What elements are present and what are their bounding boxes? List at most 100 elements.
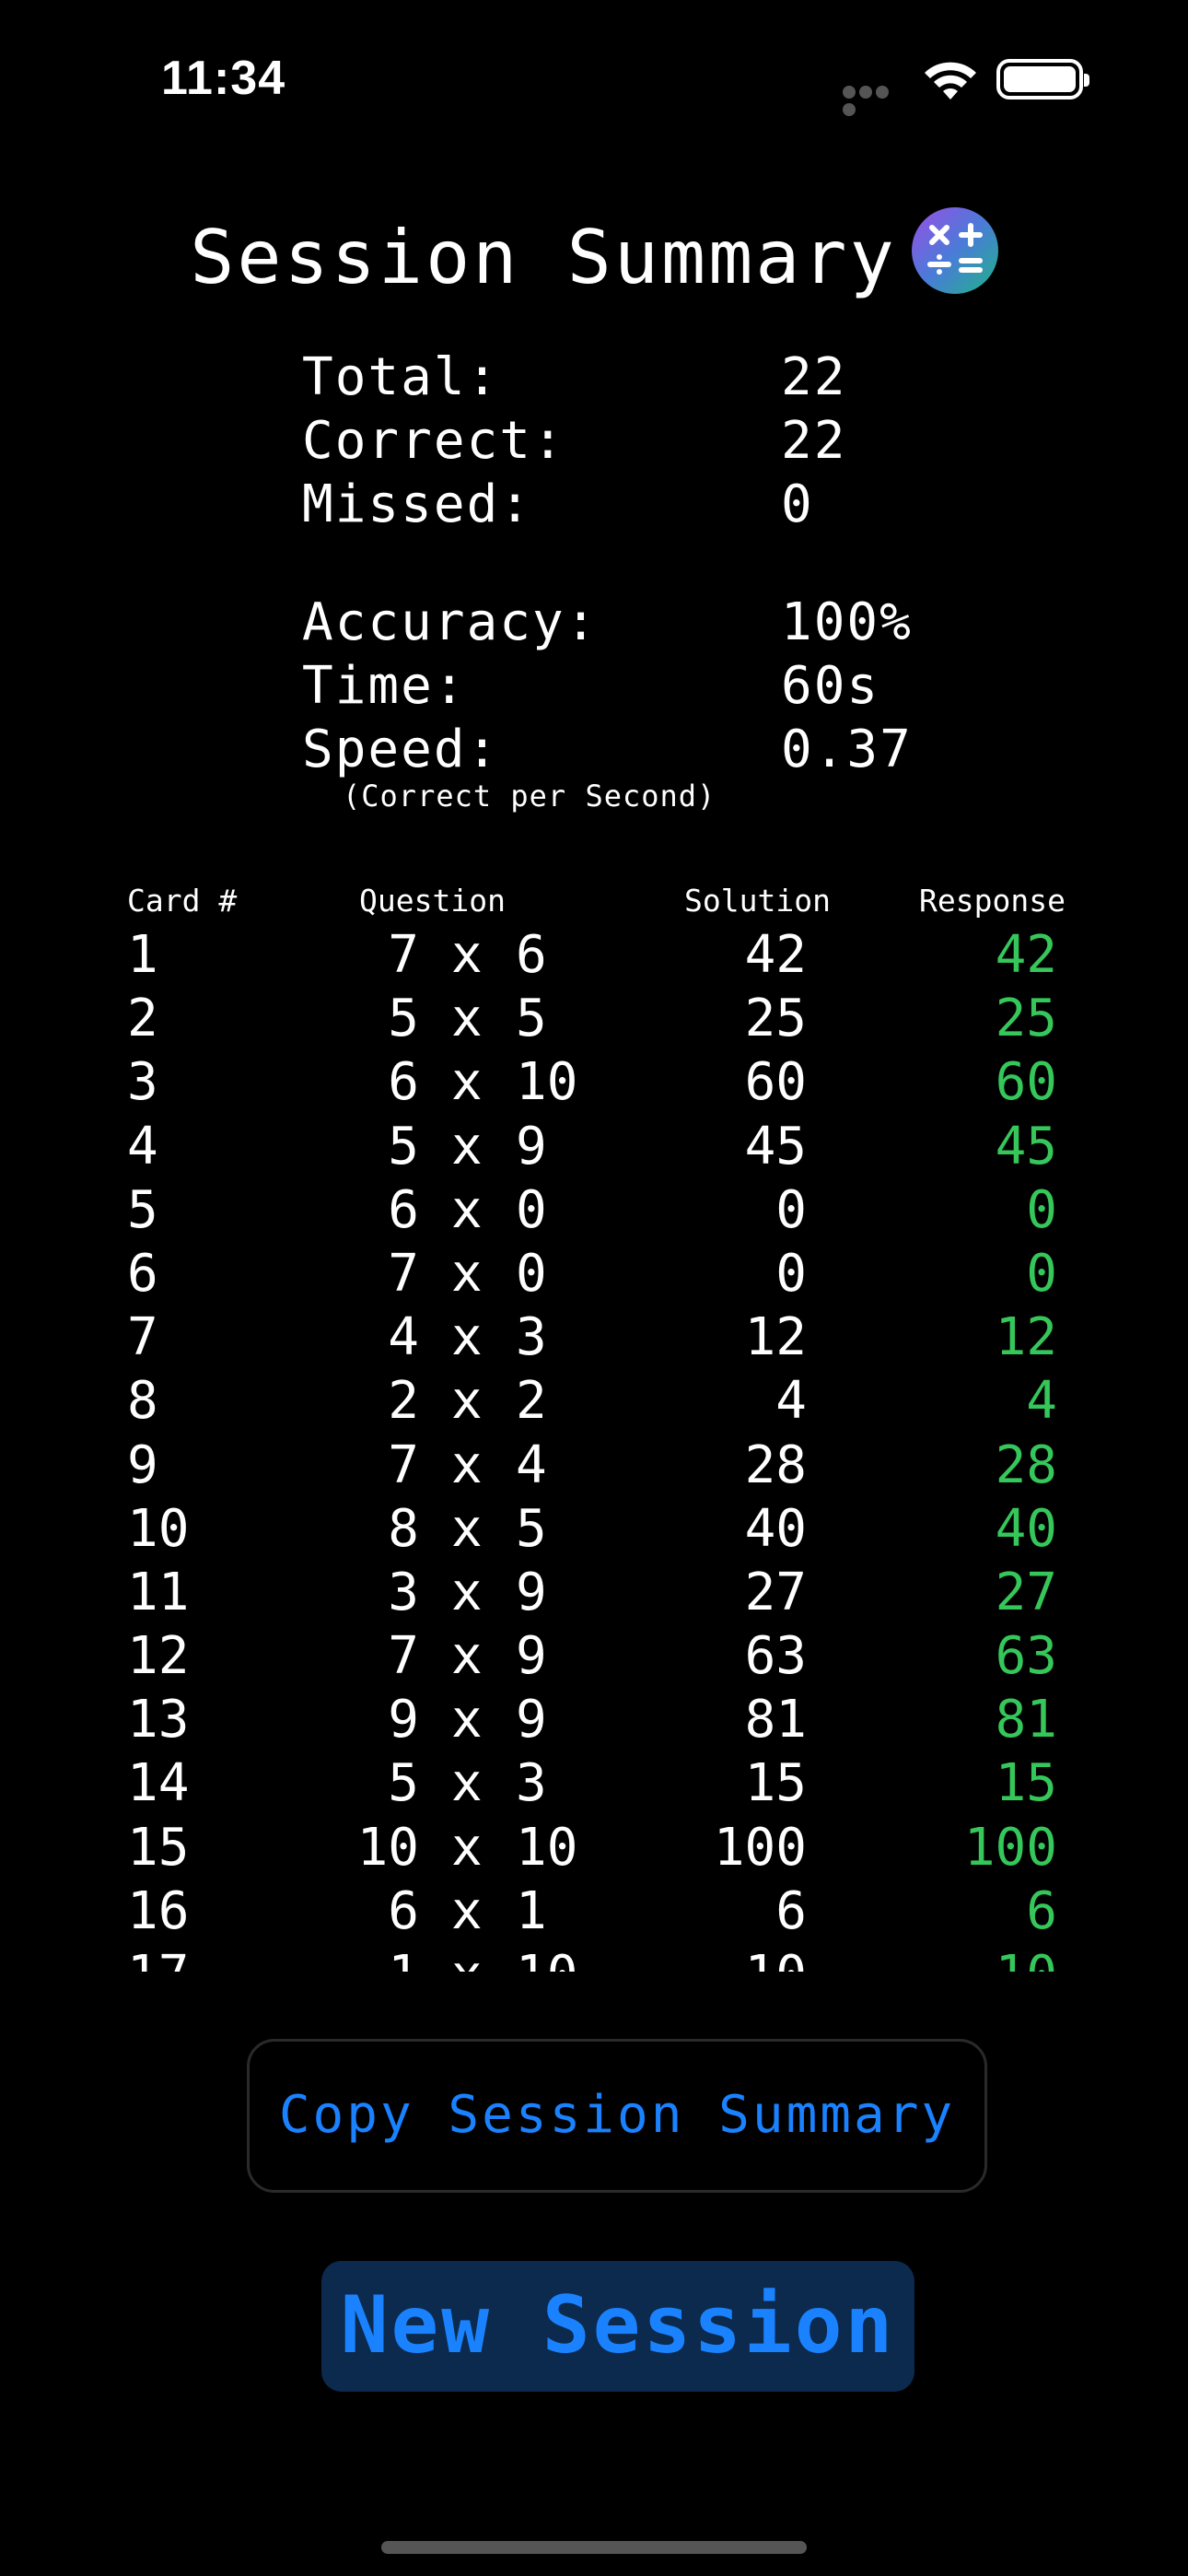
question-operand-b: 9 bbox=[516, 1690, 547, 1751]
card-number: 4 bbox=[127, 1116, 158, 1177]
solution-cell: 10 bbox=[745, 1943, 807, 1972]
card-number: 16 bbox=[127, 1880, 190, 1941]
battery-icon bbox=[996, 59, 1089, 100]
table-row: 1 7 x 6 42 42 bbox=[0, 923, 1188, 987]
response-cell: 63 bbox=[995, 1626, 1057, 1687]
solution-cell: 4 bbox=[775, 1371, 807, 1432]
response-cell: 25 bbox=[995, 989, 1057, 1049]
card-number: 17 bbox=[127, 1943, 189, 1972]
response-cell: 0 bbox=[1026, 1179, 1057, 1240]
card-number: 3 bbox=[127, 1052, 158, 1113]
question-operand-a: 7 bbox=[388, 1434, 419, 1495]
question-operand-b: 9 bbox=[516, 1116, 547, 1177]
table-row: 56x000 bbox=[0, 1178, 1188, 1242]
solution-cell: 12 bbox=[744, 1307, 807, 1368]
stat-speed: Speed: 0.37 bbox=[302, 718, 947, 781]
question-operand-b: 5 bbox=[516, 989, 547, 1049]
stat-value: 22 bbox=[781, 411, 847, 471]
card-number: 14 bbox=[127, 1753, 190, 1814]
table-row: 3 6 x 10 60 60 bbox=[0, 1050, 1188, 1114]
question-operator: x bbox=[451, 989, 483, 1049]
question-operand-b: 5 bbox=[516, 1498, 547, 1559]
new-session-button[interactable]: New Session bbox=[321, 2261, 914, 2392]
solution-cell: 0 bbox=[775, 1179, 807, 1240]
question-operand-b: 9 bbox=[516, 1562, 547, 1622]
home-indicator[interactable] bbox=[381, 2541, 807, 2554]
card-number: 5 bbox=[127, 1179, 158, 1240]
question-operand-a: 6 bbox=[388, 1179, 419, 1240]
solution-cell: 45 bbox=[744, 1116, 807, 1177]
question-operator: x bbox=[451, 1753, 483, 1814]
question-operand-a: 9 bbox=[388, 1690, 419, 1751]
solution-cell: 27 bbox=[744, 1562, 807, 1622]
question-operand-a: 3 bbox=[388, 1562, 419, 1622]
solution-cell: 28 bbox=[744, 1434, 807, 1495]
question-operator: x bbox=[451, 1498, 483, 1559]
question-operator: x bbox=[451, 1817, 483, 1878]
response-cell: 100 bbox=[963, 1817, 1057, 1878]
solution-cell: 81 bbox=[744, 1690, 807, 1751]
card-number: 2 bbox=[127, 989, 158, 1049]
table-row: 8 2x2 4 4 bbox=[0, 1369, 1188, 1433]
header-question: Question bbox=[359, 883, 506, 919]
question-operand-b: 10 bbox=[516, 1817, 578, 1878]
stat-value: 0.37 bbox=[781, 720, 913, 779]
solution-cell: 6 bbox=[775, 1880, 807, 1941]
question-operator: x bbox=[451, 1562, 483, 1622]
question-operand-b: 10 bbox=[516, 1052, 578, 1113]
stat-total: Total: 22 bbox=[302, 345, 947, 409]
solution-cell: 25 bbox=[744, 989, 807, 1049]
question-operand-a: 1 bbox=[388, 1943, 419, 1972]
question-operand-b: 3 bbox=[516, 1307, 547, 1368]
page-title: Session Summary bbox=[0, 207, 1188, 304]
question-operator: x bbox=[451, 1179, 483, 1240]
question-operand-a: 7 bbox=[388, 1626, 419, 1687]
stat-value: 0 bbox=[781, 474, 814, 534]
header-solution: Solution bbox=[684, 883, 831, 919]
stat-label: Correct: bbox=[302, 411, 565, 471]
question-operand-b: 3 bbox=[516, 1753, 547, 1814]
table-row: 13 9 x 9 81 81 bbox=[0, 1688, 1188, 1751]
response-cell: 6 bbox=[1026, 1880, 1057, 1941]
question-operand-b: 0 bbox=[516, 1243, 547, 1304]
stat-time: Time: 60s bbox=[302, 654, 947, 718]
question-operand-a: 6 bbox=[388, 1052, 419, 1113]
results-table[interactable]: 1 7 x 6 42 42 2 5 x 5 25 25 3 6 x 10 60 60 4 5 x 9 45 45 5 6 x 0 0 0 6… bbox=[0, 923, 1188, 1972]
table-row: 17 1 x 10 10 10 bbox=[0, 1943, 1188, 1972]
stat-label: Time: bbox=[302, 656, 467, 716]
stat-value: 100% bbox=[781, 592, 913, 652]
card-number: 8 bbox=[127, 1371, 158, 1432]
question-operand-a: 6 bbox=[388, 1880, 419, 1941]
question-operand-a: 5 bbox=[388, 989, 419, 1049]
response-cell: 27 bbox=[995, 1562, 1057, 1622]
question-operator: x bbox=[451, 1116, 483, 1177]
question-operator: x bbox=[451, 1880, 483, 1941]
card-number: 15 bbox=[127, 1817, 190, 1878]
status-time: 11:34 bbox=[161, 52, 286, 105]
response-cell: 60 bbox=[995, 1052, 1057, 1113]
table-row: 2 5 x 5 25 25 bbox=[0, 987, 1188, 1050]
math-operations-icon bbox=[911, 207, 998, 294]
stat-label: Missed: bbox=[302, 474, 533, 534]
stat-missed: Missed: 0 bbox=[302, 473, 947, 536]
response-cell: 42 bbox=[995, 925, 1057, 985]
table-row: 15 10 x 10 100 100 bbox=[0, 1816, 1188, 1879]
question-operand-b: 1 bbox=[516, 1880, 547, 1941]
response-cell: 28 bbox=[995, 1434, 1057, 1495]
stat-value: 60s bbox=[781, 656, 880, 716]
stat-label: Accuracy: bbox=[302, 592, 599, 652]
card-number: 13 bbox=[127, 1690, 190, 1751]
table-row: 16 6 x 1 6 6 bbox=[0, 1879, 1188, 1943]
card-number: 6 bbox=[127, 1243, 158, 1304]
solution-cell: 40 bbox=[744, 1498, 807, 1559]
solution-cell: 63 bbox=[744, 1626, 807, 1687]
solution-cell: 42 bbox=[744, 925, 807, 985]
response-cell: 0 bbox=[1026, 1243, 1057, 1304]
response-cell: 45 bbox=[995, 1116, 1057, 1177]
table-row: 12 7 x 9 63 63 bbox=[0, 1624, 1188, 1688]
question-operator: x bbox=[451, 1626, 483, 1687]
copy-session-summary-button[interactable]: Copy Session Summary bbox=[247, 2039, 987, 2193]
question-operand-b: 9 bbox=[516, 1626, 547, 1687]
response-cell: 4 bbox=[1026, 1371, 1057, 1432]
stats-block: Total: 22 Correct: 22 Missed: 0 Accuracy: 10… bbox=[302, 345, 947, 781]
